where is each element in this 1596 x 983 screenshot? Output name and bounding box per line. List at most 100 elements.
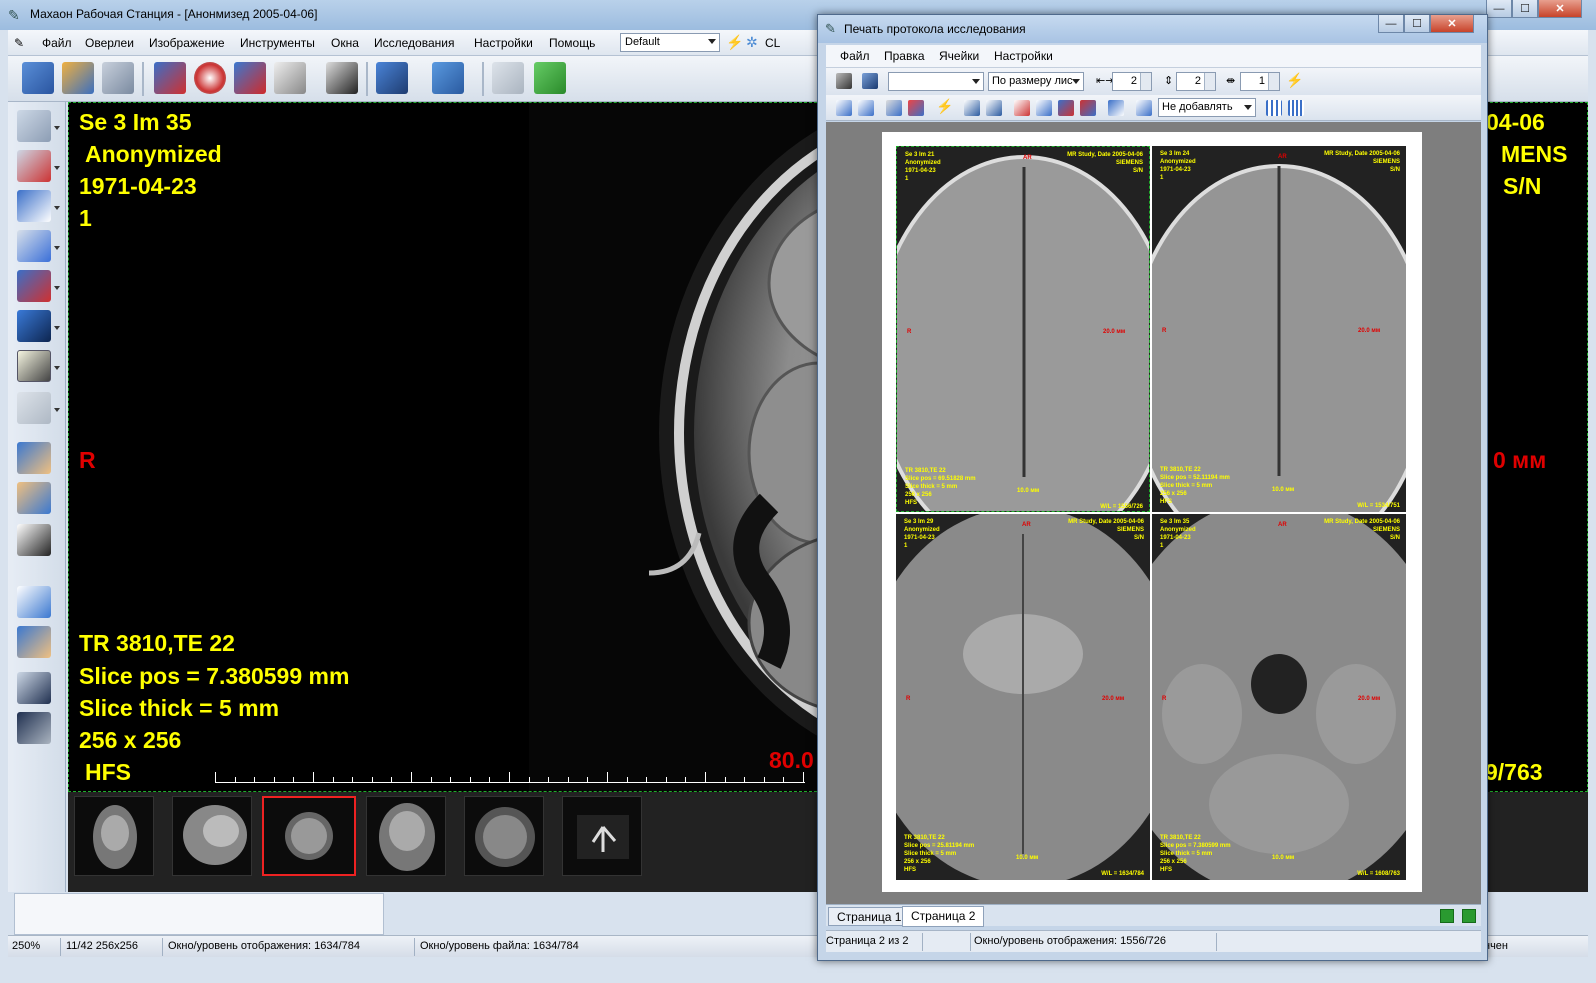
menu-file[interactable]: Файл — [42, 36, 72, 50]
add-mode-select[interactable]: Не добавлять — [1158, 98, 1256, 117]
layout-icon[interactable] — [1136, 100, 1152, 116]
print-cell-4[interactable]: Se 3 Im 35 Anonymized 1971-04-23 1 MR Study… — [1152, 514, 1406, 880]
grid-view-icon[interactable] — [17, 712, 51, 744]
count-spinner[interactable]: 1 — [1240, 72, 1280, 91]
scale-tick — [705, 772, 706, 782]
menu-windows[interactable]: Окна — [331, 36, 359, 50]
dialog-menu-settings[interactable]: Настройки — [994, 49, 1053, 63]
maximize-icon[interactable]: ☐ — [1404, 15, 1430, 33]
chevron-down-icon[interactable] — [54, 246, 60, 250]
monitor-icon[interactable] — [17, 310, 51, 342]
delete-icon[interactable] — [908, 100, 924, 116]
page-copy-icon[interactable] — [858, 100, 874, 116]
chevron-down-icon[interactable] — [54, 206, 60, 210]
spinner-arrows-icon[interactable] — [1140, 73, 1151, 90]
menu-studies[interactable]: Исследования — [374, 36, 454, 50]
close-icon[interactable]: ✕ — [1538, 0, 1582, 18]
thumbnail-1[interactable] — [74, 796, 154, 876]
menu-settings[interactable]: Настройки — [474, 36, 533, 50]
fit-icon[interactable] — [1014, 100, 1030, 116]
arrow-right-icon[interactable] — [1462, 909, 1476, 923]
eraser-icon[interactable] — [886, 100, 902, 116]
save-icon[interactable] — [862, 73, 878, 89]
minimize-icon[interactable]: — — [1486, 0, 1512, 18]
page-add-icon[interactable] — [836, 100, 852, 116]
zoom-icon[interactable] — [1036, 100, 1052, 116]
chevron-down-icon[interactable] — [54, 326, 60, 330]
layout-icon[interactable] — [17, 350, 51, 382]
thumbnail-5[interactable] — [464, 796, 544, 876]
fit-select[interactable]: По размеру лис — [988, 72, 1084, 91]
minimize-icon[interactable]: — — [1378, 15, 1404, 33]
dialog-menu-file[interactable]: Файл — [840, 49, 870, 63]
rotate-icon[interactable] — [1080, 100, 1096, 116]
print-cell-3[interactable]: Se 3 Im 29 Anonymized 1971-04-23 1 MR Study… — [896, 514, 1150, 880]
tab-page-1[interactable]: Страница 1 — [828, 907, 911, 926]
columns-spinner[interactable]: 2 — [1112, 72, 1152, 91]
network-send-icon[interactable] — [376, 62, 408, 94]
menu-help[interactable]: Помощь — [549, 36, 595, 50]
rotate-icon[interactable] — [17, 270, 51, 302]
flip-icon[interactable] — [1058, 100, 1074, 116]
network-receive-icon[interactable] — [432, 62, 464, 94]
gear-icon[interactable]: ✲ — [746, 34, 758, 51]
open-folder-icon[interactable] — [62, 62, 94, 94]
cd-icon[interactable] — [194, 62, 226, 94]
cl-label[interactable]: CL — [765, 36, 780, 50]
close-icon[interactable]: ✕ — [1430, 15, 1474, 33]
ruler-icon[interactable] — [17, 110, 51, 142]
edit-study-icon[interactable] — [102, 62, 134, 94]
compare-icon[interactable] — [17, 672, 51, 704]
thumbnail-4[interactable] — [366, 796, 446, 876]
patient-next-icon[interactable] — [17, 482, 51, 514]
spinner-arrows-icon[interactable] — [1268, 73, 1279, 90]
play-icon[interactable] — [17, 230, 51, 262]
thumbnail-3[interactable] — [262, 796, 356, 876]
rows-spinner[interactable]: 2 — [1176, 72, 1216, 91]
tab-page-2[interactable]: Страница 2 — [902, 906, 985, 927]
menu-overlays[interactable]: Оверлеи — [85, 36, 134, 50]
export-icon[interactable] — [234, 62, 266, 94]
volume-icon[interactable] — [17, 392, 51, 424]
angle-icon[interactable] — [17, 150, 51, 182]
cell-bottom-icon[interactable] — [986, 100, 1002, 116]
lightning-icon[interactable]: ⚡ — [726, 34, 743, 51]
patient-info-icon[interactable] — [17, 626, 51, 658]
open-study-icon[interactable] — [22, 62, 54, 94]
printer-select[interactable] — [888, 72, 984, 91]
menu-image[interactable]: Изображение — [149, 36, 225, 50]
thumbnail-2[interactable] — [172, 796, 252, 876]
maximize-icon[interactable]: ☐ — [1512, 0, 1538, 18]
print-icon[interactable] — [274, 62, 306, 94]
chevron-down-icon[interactable] — [54, 166, 60, 170]
dialog-menu-edit[interactable]: Правка — [884, 49, 925, 63]
spinner-arrows-icon[interactable] — [1204, 73, 1215, 90]
chevron-down-icon[interactable] — [54, 286, 60, 290]
chevron-down-icon[interactable] — [54, 126, 60, 130]
lightning-icon[interactable]: ⚡ — [936, 98, 953, 115]
align-icon[interactable] — [1108, 100, 1124, 116]
lightning-icon[interactable]: ⚡ — [1286, 72, 1303, 89]
preset-select[interactable]: Default — [620, 33, 720, 52]
series-prev-icon[interactable] — [17, 524, 51, 556]
cloud-icon[interactable] — [492, 62, 524, 94]
chevron-down-icon[interactable] — [54, 408, 60, 412]
patient-prev-icon[interactable] — [17, 442, 51, 474]
series-next-icon[interactable] — [17, 586, 51, 618]
cell-top-icon[interactable] — [964, 100, 980, 116]
thumbnail-6[interactable] — [562, 796, 642, 876]
print-cell-1[interactable]: Se 3 Im 21 Anonymized 1971-04-23 1 MR Study… — [896, 146, 1150, 512]
import-icon[interactable] — [154, 62, 186, 94]
film-icon[interactable] — [326, 62, 358, 94]
dialog-menu-cells[interactable]: Ячейки — [939, 49, 979, 63]
print-cell-2[interactable]: Se 3 Im 24 Anonymized 1971-04-23 1 MR Study… — [1152, 146, 1406, 512]
menu-tools[interactable]: Инструменты — [240, 36, 315, 50]
check-icon[interactable] — [534, 62, 566, 94]
print-icon[interactable] — [836, 73, 852, 89]
grid-3x3-icon[interactable] — [1288, 100, 1304, 116]
arrow-left-icon[interactable] — [1440, 909, 1454, 923]
dialog-menubar: Файл Правка Ячейки Настройки — [826, 45, 1481, 67]
grid-2x2-icon[interactable] — [1266, 100, 1282, 116]
chevron-down-icon[interactable] — [54, 366, 60, 370]
roi-icon[interactable] — [17, 190, 51, 222]
